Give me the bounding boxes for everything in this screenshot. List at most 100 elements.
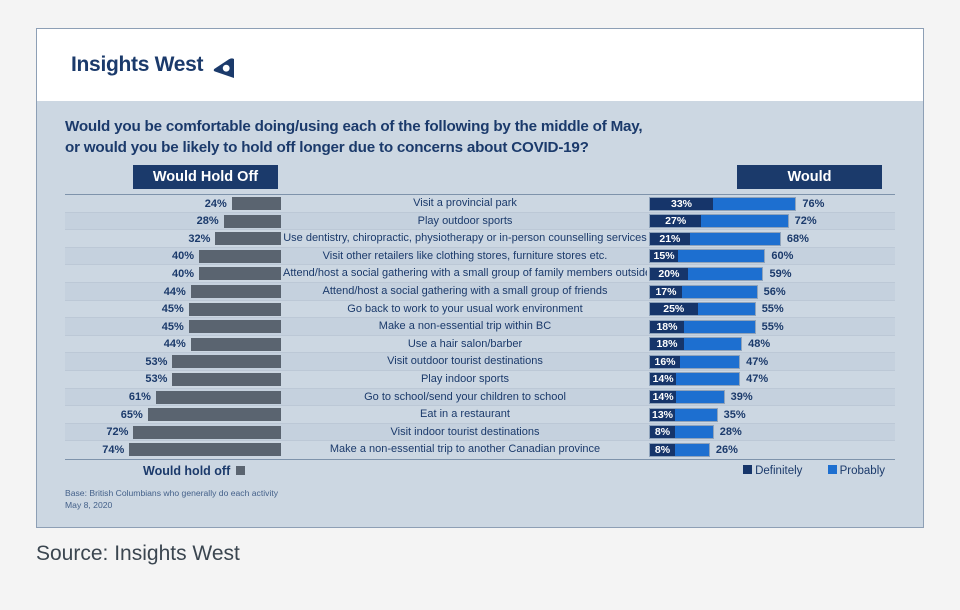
chart-legend: Would hold off Definitely Probably	[65, 462, 895, 484]
would-total-value: 55%	[761, 320, 784, 333]
table-row: 45% Go back to work to your usual work en…	[65, 301, 895, 319]
definitely-value: 14%	[652, 373, 674, 386]
table-row: 74% Make a non-essential trip to another …	[65, 441, 895, 459]
definitely-segment: 27%	[649, 214, 702, 229]
would-total-value: 26%	[715, 443, 738, 456]
would-total-value: 35%	[723, 408, 746, 421]
legend-probably-label: Probably	[839, 464, 885, 477]
activity-label: Make a non-essential trip to another Can…	[329, 443, 601, 456]
legend-definitely-label: Definitely	[755, 464, 803, 477]
table-row: 45% Make a non-essential trip within BC 18…	[65, 318, 895, 336]
would-total-value: 60%	[771, 250, 794, 263]
definitely-value: 8%	[654, 426, 671, 439]
would-total-value: 47%	[746, 373, 769, 386]
table-row: 24% Visit a provincial park 33% 76%	[65, 195, 895, 213]
hold-off-bar	[215, 232, 281, 246]
hold-off-cell: 32%	[65, 230, 281, 247]
hold-off-bar	[188, 320, 281, 334]
hold-off-cell: 40%	[65, 265, 281, 282]
probably-segment	[687, 266, 764, 281]
header-would: Would	[737, 165, 882, 190]
would-cell: 18% 55%	[649, 318, 895, 335]
legend-probably: Probably	[827, 464, 885, 477]
activity-label: Visit a provincial park	[413, 197, 517, 210]
would-cell: 17% 56%	[649, 283, 895, 300]
would-total-value: 39%	[730, 391, 753, 404]
hold-off-cell: 44%	[65, 336, 281, 353]
definitely-segment: 18%	[649, 337, 684, 352]
probably-segment	[675, 407, 718, 422]
activity-label: Make a non-essential trip within BC	[378, 320, 552, 333]
table-row: 32% Use dentistry, chiropractic, physioth…	[65, 230, 895, 248]
probably-segment	[678, 249, 766, 264]
hold-off-value: 74%	[102, 443, 125, 456]
table-row: 44% Use a hair salon/barber 18% 48%	[65, 336, 895, 354]
hold-off-bar	[190, 285, 281, 298]
hold-off-bar	[199, 267, 281, 281]
insights-west-triangle-logo-icon	[213, 57, 235, 79]
would-cell: 15% 60%	[649, 248, 895, 265]
activity-label: Go to school/send your children to schoo…	[364, 390, 566, 403]
definitely-segment: 15%	[649, 249, 679, 264]
activity-label: Attend/host a social gathering with a sm…	[283, 267, 647, 280]
legend-would-hold-off: Would hold off	[143, 463, 246, 478]
legend-would-breakdown: Definitely Probably	[721, 465, 885, 477]
activity-label: Visit other retailers like clothing stor…	[322, 249, 608, 262]
insights-west-card: Insights West Would you be comfortable d…	[36, 28, 924, 528]
hold-off-cell: 53%	[65, 371, 281, 388]
brand-name: Insights West	[71, 53, 204, 76]
would-total-value: 48%	[748, 338, 771, 351]
probably-segment	[680, 354, 741, 369]
definitely-value: 8%	[654, 443, 671, 456]
hold-off-value: 32%	[188, 232, 211, 245]
probably-segment	[697, 302, 756, 317]
definitely-segment: 14%	[649, 372, 677, 387]
question-line-1: Would you be comfortable doing/using eac…	[65, 118, 643, 135]
hold-off-value: 53%	[145, 355, 168, 368]
base-note-line-1: Base: British Columbians who generally d…	[65, 487, 279, 498]
hold-off-value: 61%	[128, 391, 151, 404]
would-cell: 21% 68%	[649, 230, 895, 247]
would-total-value: 76%	[802, 197, 825, 210]
probably-segment	[675, 442, 710, 457]
legend-would-hold-off-label: Would hold off	[143, 463, 231, 478]
activity-label: Attend/host a social gathering with a sm…	[322, 285, 608, 297]
chart-body: Would you be comfortable doing/using eac…	[37, 101, 923, 527]
probably-segment	[683, 337, 743, 352]
definitely-value: 17%	[655, 285, 677, 298]
probably-segment	[689, 231, 781, 246]
hold-off-cell: 40%	[65, 248, 281, 265]
hold-off-bar	[129, 443, 281, 457]
hold-off-cell: 65%	[65, 406, 281, 423]
activity-label: Go back to work to your usual work envir…	[347, 302, 583, 315]
column-headers: Would Hold Off Would	[65, 165, 895, 191]
hold-off-bar	[172, 355, 281, 369]
hold-off-value: 45%	[161, 303, 184, 316]
hold-off-value: 40%	[171, 250, 194, 263]
hold-off-value: 53%	[145, 373, 168, 386]
activity-label: Use dentistry, chiropractic, physiothera…	[283, 232, 647, 245]
would-cell: 20% 59%	[649, 265, 895, 282]
hold-off-value: 45%	[161, 320, 184, 333]
would-total-value: 68%	[786, 232, 809, 245]
definitely-value: 18%	[656, 338, 678, 351]
definitely-segment: 13%	[649, 407, 675, 422]
header-would-hold-off: Would Hold Off	[133, 165, 278, 190]
hold-off-cell: 24%	[65, 195, 281, 212]
would-cell: 33% 76%	[649, 195, 895, 212]
hold-off-cell: 53%	[65, 353, 281, 370]
definitely-value: 15%	[653, 250, 675, 263]
definitely-value: 16%	[654, 355, 676, 368]
legend-definitely: Definitely	[743, 465, 802, 477]
base-note: Base: British Columbians who generally d…	[65, 487, 895, 512]
definitely-segment: 18%	[649, 319, 684, 334]
hold-off-value: 24%	[204, 197, 227, 210]
definitely-segment: 21%	[649, 231, 690, 246]
hold-off-bar	[231, 197, 281, 211]
table-row: 53% Play indoor sports 14% 47%	[65, 371, 895, 389]
activity-label: Visit outdoor tourist destinations	[387, 355, 543, 368]
definitely-value: 25%	[663, 303, 685, 316]
question-line-2: or would you be likely to hold off longe…	[65, 138, 589, 156]
definitely-value: 14%	[652, 391, 674, 404]
would-total-value: 47%	[746, 355, 769, 368]
